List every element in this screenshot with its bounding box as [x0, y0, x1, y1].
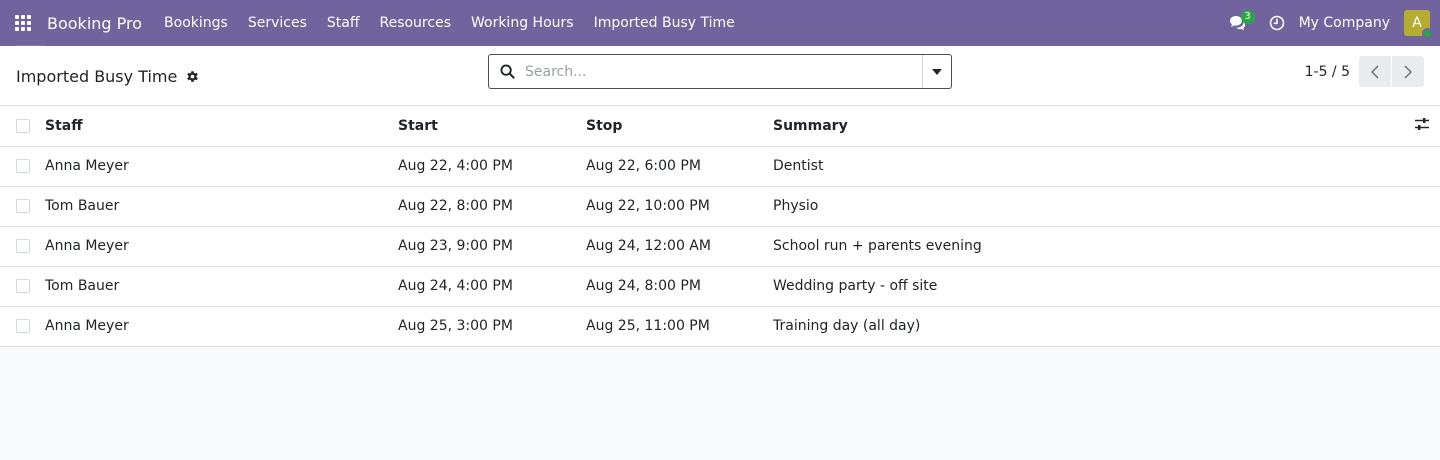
- caret-down-icon: [932, 68, 942, 75]
- busy-time-table: Staff Start Stop Summary Anna Meyer Aug …: [0, 106, 1440, 347]
- row-checkbox[interactable]: [16, 319, 30, 333]
- column-header-stop[interactable]: Stop: [586, 106, 773, 147]
- menu-item-staff[interactable]: Staff: [317, 0, 370, 46]
- table-row[interactable]: Tom Bauer Aug 22, 8:00 PM Aug 22, 10:00 …: [0, 186, 1440, 227]
- clock-icon: [1269, 15, 1284, 31]
- company-switcher[interactable]: My Company: [1299, 15, 1390, 31]
- chevron-left-icon: [1371, 64, 1379, 79]
- pager-next-button[interactable]: [1392, 56, 1424, 87]
- breadcrumb: Imported Busy Time: [16, 46, 199, 106]
- online-status-indicator: [1422, 28, 1433, 39]
- top-navbar: Booking Pro Bookings Services Staff Reso…: [0, 0, 1440, 46]
- cell-start: Aug 24, 4:00 PM: [398, 266, 586, 307]
- control-panel: Imported Busy Time 1-5 / 5: [0, 46, 1440, 106]
- row-checkbox[interactable]: [16, 199, 30, 213]
- optional-columns-icon[interactable]: [1414, 117, 1430, 131]
- avatar-initial: A: [1412, 15, 1422, 31]
- cell-start: Aug 25, 3:00 PM: [398, 306, 586, 347]
- pager-previous-button[interactable]: [1359, 56, 1391, 87]
- search-bar: [488, 54, 952, 89]
- column-header-start[interactable]: Start: [398, 106, 586, 147]
- app-menu-button[interactable]: [0, 0, 46, 46]
- row-checkbox[interactable]: [16, 239, 30, 253]
- messaging-button[interactable]: 3: [1223, 0, 1255, 46]
- cell-stop: Aug 25, 11:00 PM: [586, 306, 773, 347]
- cell-staff: Anna Meyer: [45, 146, 398, 187]
- table-header-row: Staff Start Stop Summary: [0, 106, 1440, 147]
- row-checkbox[interactable]: [16, 159, 30, 173]
- menu-item-bookings[interactable]: Bookings: [154, 0, 238, 46]
- pager-value[interactable]: 1-5 / 5: [1305, 64, 1350, 80]
- cell-staff: Tom Bauer: [45, 266, 398, 307]
- menu-item-imported-busy-time[interactable]: Imported Busy Time: [584, 0, 745, 46]
- cell-summary: Physio: [773, 186, 1400, 227]
- column-header-staff[interactable]: Staff: [45, 106, 398, 147]
- cell-summary: School run + parents evening: [773, 226, 1400, 267]
- cell-staff: Anna Meyer: [45, 226, 398, 267]
- cell-summary: Dentist: [773, 146, 1400, 187]
- page-title: Imported Busy Time: [16, 66, 178, 86]
- gear-icon[interactable]: [186, 70, 199, 83]
- apps-grid-icon: [15, 15, 31, 31]
- table-row[interactable]: Tom Bauer Aug 24, 4:00 PM Aug 24, 8:00 P…: [0, 266, 1440, 307]
- main-menu: Bookings Services Staff Resources Workin…: [154, 0, 745, 46]
- cell-start: Aug 22, 8:00 PM: [398, 186, 586, 227]
- cell-staff: Tom Bauer: [45, 186, 398, 227]
- cell-stop: Aug 24, 12:00 AM: [586, 226, 773, 267]
- cell-stop: Aug 24, 8:00 PM: [586, 266, 773, 307]
- menu-item-working-hours[interactable]: Working Hours: [461, 0, 584, 46]
- column-header-summary[interactable]: Summary: [773, 106, 1400, 147]
- search-icon: [489, 64, 525, 79]
- navbar-systray: 3 My Company A: [1223, 0, 1440, 46]
- menu-item-resources[interactable]: Resources: [369, 0, 461, 46]
- cell-staff: Anna Meyer: [45, 306, 398, 347]
- cell-stop: Aug 22, 6:00 PM: [586, 146, 773, 187]
- select-all-checkbox[interactable]: [16, 118, 30, 133]
- search-options-toggle[interactable]: [922, 55, 951, 88]
- chevron-right-icon: [1404, 64, 1412, 79]
- pager: 1-5 / 5: [1305, 54, 1424, 89]
- table-row[interactable]: Anna Meyer Aug 22, 4:00 PM Aug 22, 6:00 …: [0, 146, 1440, 187]
- cell-summary: Wedding party - off site: [773, 266, 1400, 307]
- table-row[interactable]: Anna Meyer Aug 23, 9:00 PM Aug 24, 12:00…: [0, 226, 1440, 267]
- cell-stop: Aug 22, 10:00 PM: [586, 186, 773, 227]
- cell-start: Aug 23, 9:00 PM: [398, 226, 586, 267]
- row-checkbox[interactable]: [16, 279, 30, 293]
- table-row[interactable]: Anna Meyer Aug 25, 3:00 PM Aug 25, 11:00…: [0, 306, 1440, 347]
- cell-start: Aug 22, 4:00 PM: [398, 146, 586, 187]
- unread-count-badge: 3: [1240, 10, 1255, 24]
- app-brand[interactable]: Booking Pro: [47, 14, 142, 33]
- menu-item-services[interactable]: Services: [238, 0, 317, 46]
- cell-summary: Training day (all day): [773, 306, 1400, 347]
- search-input[interactable]: [525, 55, 922, 88]
- activities-button[interactable]: [1265, 0, 1289, 46]
- user-avatar[interactable]: A: [1404, 10, 1433, 39]
